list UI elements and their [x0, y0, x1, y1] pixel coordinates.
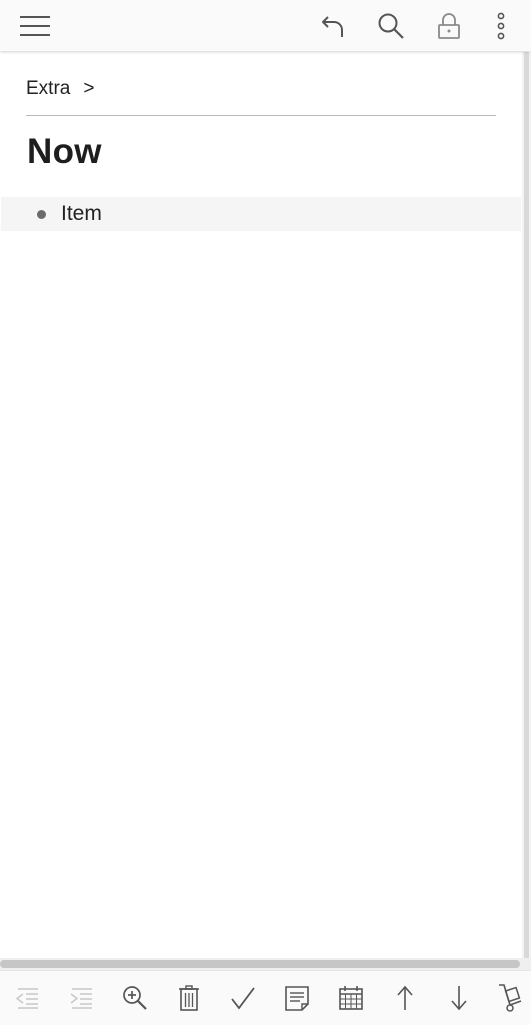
- divider: [26, 115, 496, 116]
- move-item-button[interactable]: [486, 971, 531, 1025]
- vertical-scrollbar-thumb[interactable]: [524, 52, 529, 960]
- outline-content: Extra > Now Item: [0, 52, 521, 960]
- move-down-button[interactable]: [432, 971, 486, 1025]
- move-down-icon: [451, 986, 467, 1011]
- bullet-icon[interactable]: [37, 209, 46, 219]
- menu-button[interactable]: [14, 0, 56, 51]
- undo-icon: [322, 15, 343, 37]
- note-icon: [285, 986, 309, 1011]
- list-item[interactable]: Item: [1, 197, 521, 231]
- page-title[interactable]: Now: [27, 132, 102, 172]
- move-up-button[interactable]: [378, 971, 432, 1025]
- search-button[interactable]: [370, 0, 412, 51]
- indent-icon: [70, 988, 92, 1009]
- undo-button[interactable]: [312, 0, 354, 51]
- delete-button[interactable]: [162, 971, 216, 1025]
- search-icon: [378, 13, 404, 39]
- lock-button[interactable]: [428, 0, 470, 51]
- bottom-toolbar: [0, 970, 531, 1025]
- outdent-button[interactable]: [0, 971, 54, 1025]
- more-options-button[interactable]: [486, 0, 516, 51]
- zoom-in-icon: [123, 986, 147, 1010]
- lock-icon: [438, 12, 460, 39]
- outdent-icon: [15, 988, 38, 1009]
- complete-button[interactable]: [216, 971, 270, 1025]
- vertical-scrollbar[interactable]: [522, 52, 531, 960]
- calendar-icon: [339, 986, 363, 1010]
- horizontal-scrollbar[interactable]: [0, 960, 520, 968]
- move-up-icon: [397, 985, 413, 1010]
- note-button[interactable]: [270, 971, 324, 1025]
- more-vert-icon: [497, 12, 505, 39]
- zoom-in-button[interactable]: [108, 971, 162, 1025]
- trash-icon: [179, 985, 199, 1011]
- breadcrumb-separator: >: [83, 78, 95, 99]
- indent-button[interactable]: [54, 971, 108, 1025]
- breadcrumb: Extra >: [26, 78, 94, 100]
- check-icon: [231, 987, 255, 1010]
- menu-icon: [20, 15, 50, 36]
- hand-truck-icon: [498, 984, 521, 1012]
- breadcrumb-item[interactable]: Extra: [26, 78, 70, 100]
- calendar-button[interactable]: [324, 971, 378, 1025]
- list-item-label[interactable]: Item: [61, 202, 102, 226]
- top-toolbar: [0, 0, 531, 51]
